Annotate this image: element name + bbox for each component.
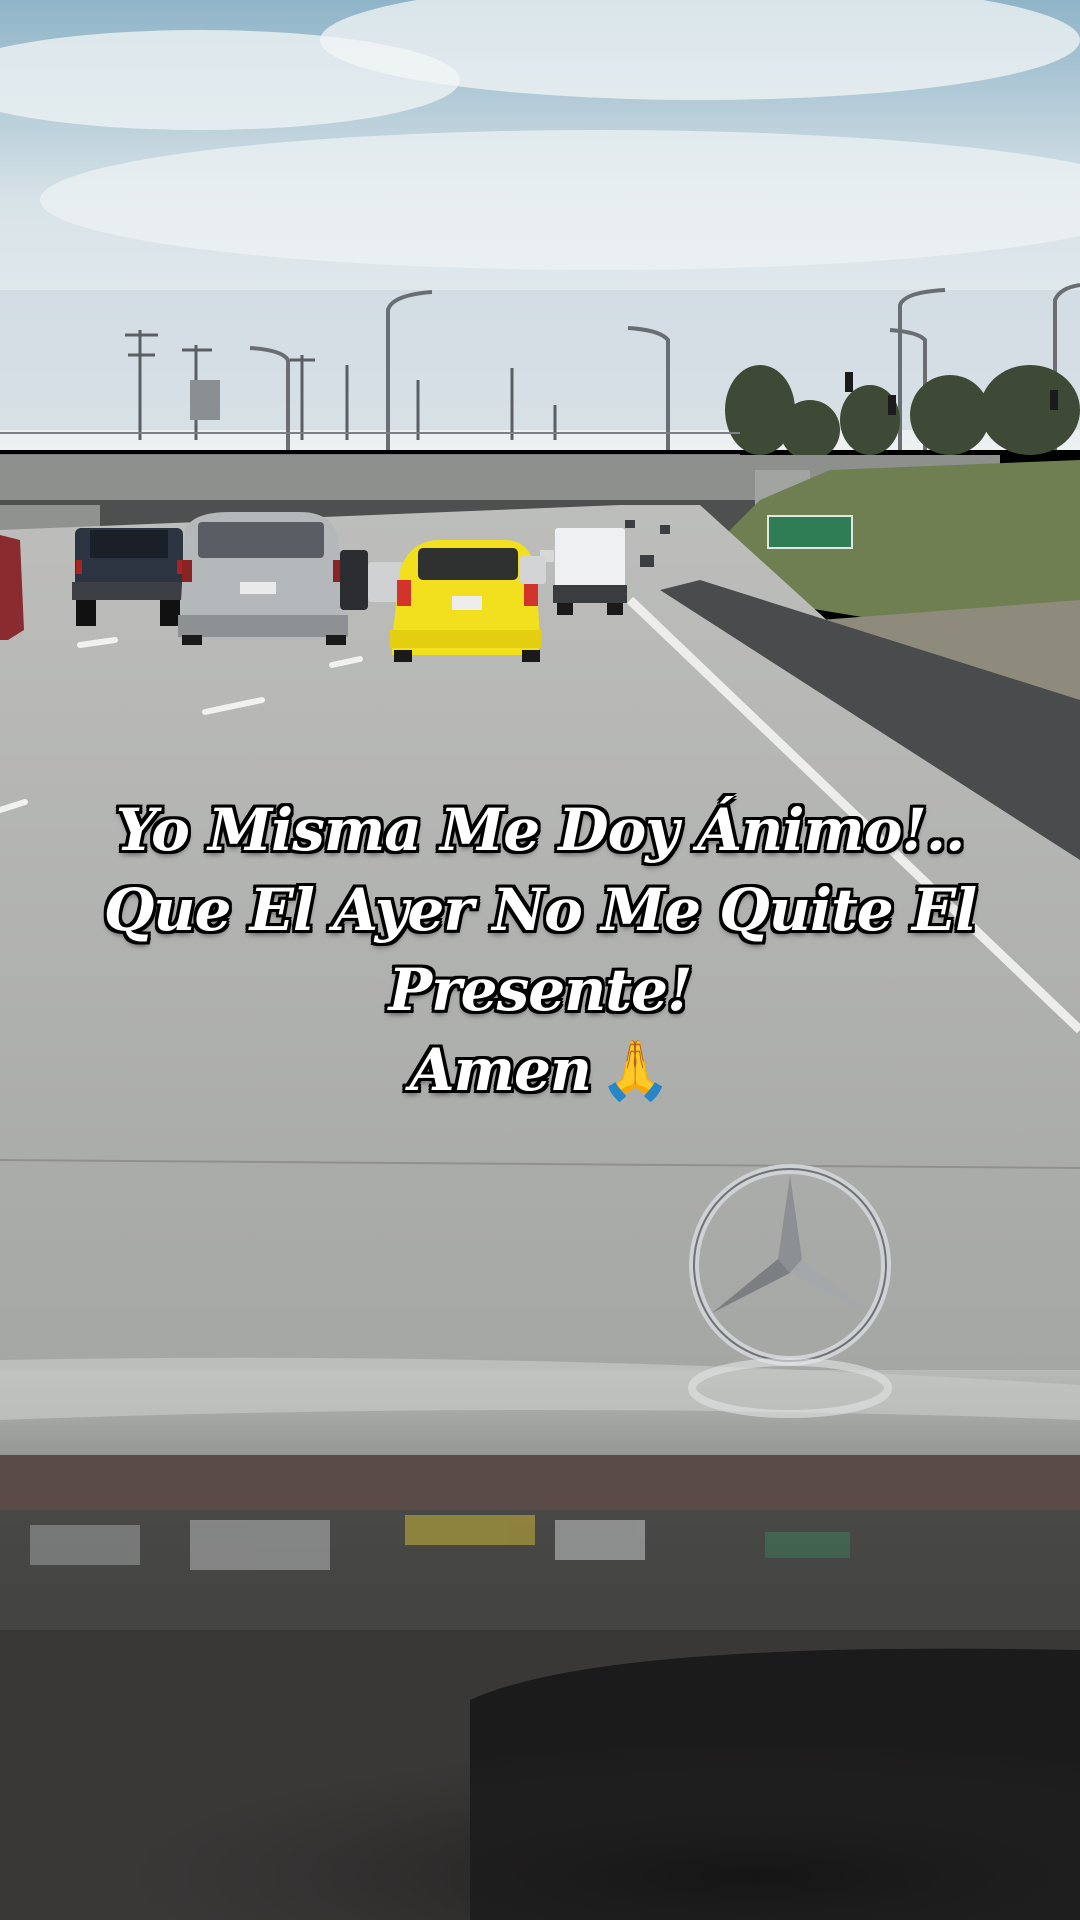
billboard [190, 380, 220, 420]
windshield-edge [0, 1455, 1080, 1510]
caption-amen: Amen [409, 1036, 592, 1104]
dash-blur [0, 1700, 1080, 1920]
praying-hands-icon: 🙏 [599, 1036, 671, 1104]
caption-overlay: Yo Misma Me Doy Ánimo!.. Que El Ayer No … [70, 790, 1010, 1110]
caption-line-2: Que El Ayer No Me Quite El [103, 876, 977, 944]
video-frame: Yo Misma Me Doy Ánimo!.. Que El Ayer No … [0, 0, 1080, 1920]
dark-sedan [340, 550, 368, 610]
box-truck [553, 528, 627, 615]
small-car [520, 556, 546, 584]
caption-line-1: Yo Misma Me Doy Ánimo!.. [115, 796, 966, 864]
silver-minivan [178, 512, 348, 645]
highway-sign [767, 515, 853, 549]
red-car [0, 535, 24, 640]
caption-line-4: Amen 🙏 [70, 1030, 1010, 1110]
caption-line-3: Presente! [388, 956, 693, 1024]
dash-reflection [0, 1510, 1080, 1630]
yellow-taxi [390, 540, 542, 662]
